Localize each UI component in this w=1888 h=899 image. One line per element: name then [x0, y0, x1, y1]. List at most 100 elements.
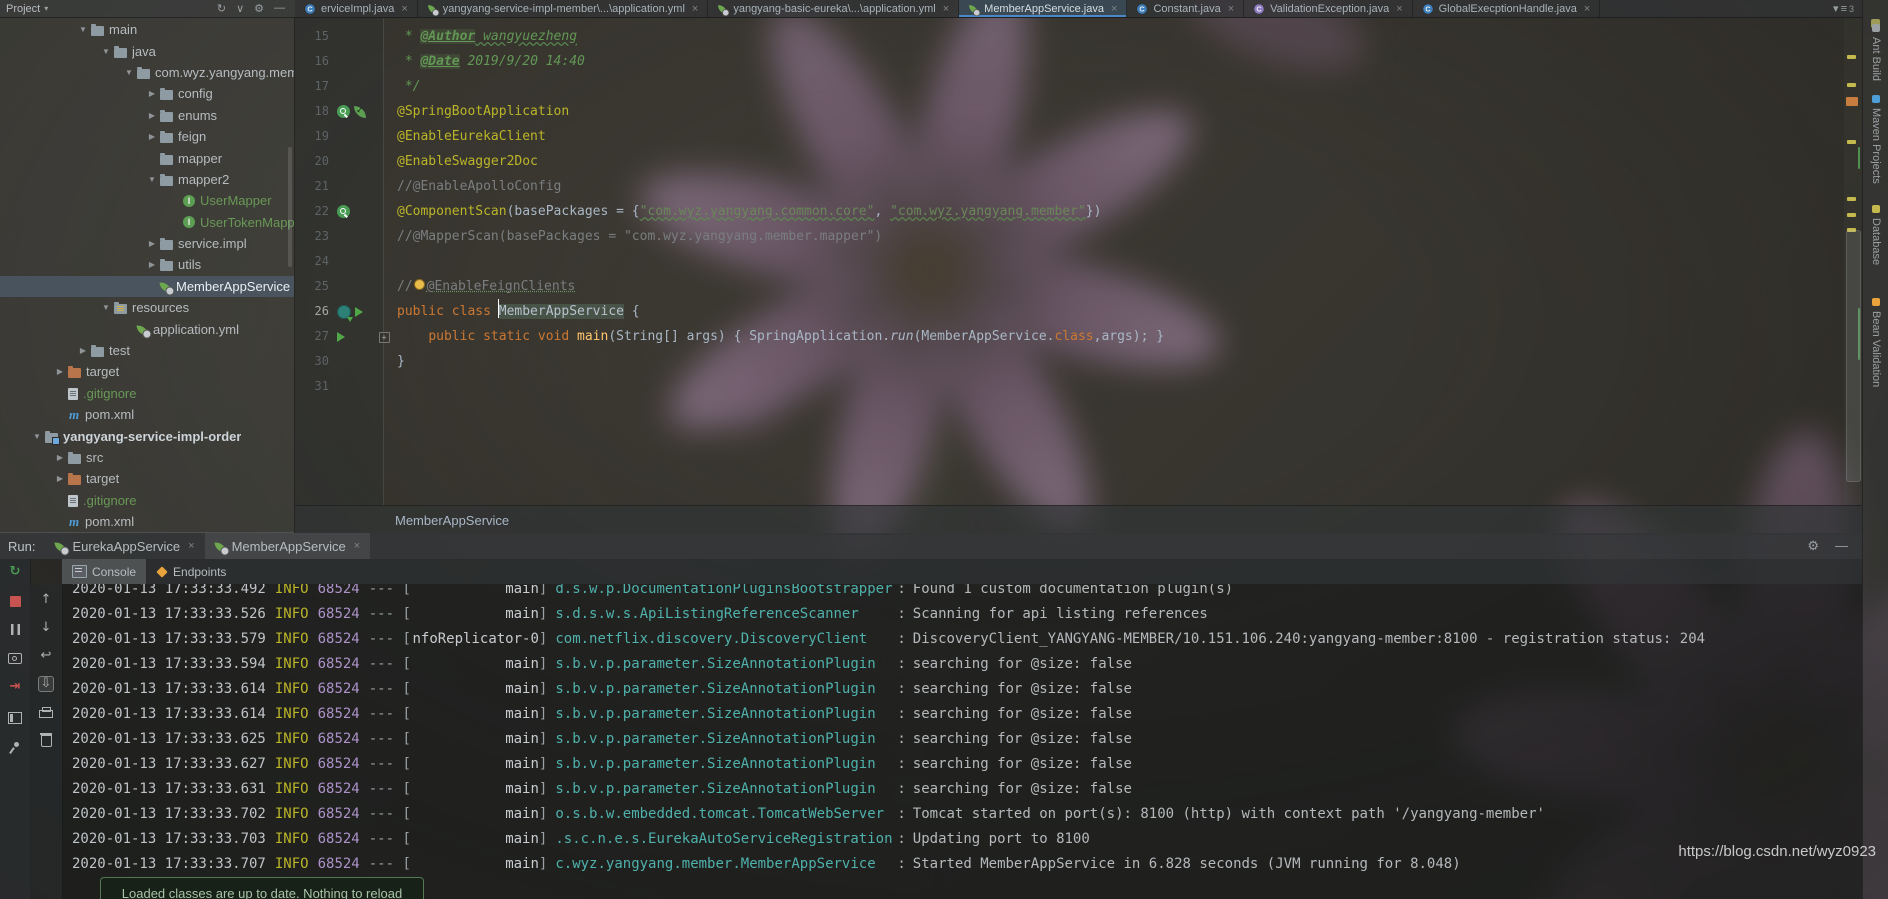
error-stripe-mark[interactable] [1847, 140, 1856, 144]
error-stripe-mark[interactable] [1846, 97, 1858, 106]
code-line[interactable]: 27+ public static void main(String[] arg… [295, 324, 1844, 349]
expand-arrow-icon[interactable]: ▼ [29, 432, 45, 441]
code-line[interactable]: 20@EnableSwagger2Doc [295, 149, 1844, 174]
editor-tab[interactable]: yangyang-basic-eureka\...\application.ym… [708, 0, 959, 17]
expand-arrow-icon[interactable]: ▶ [144, 260, 160, 269]
run-session-tab[interactable]: EurekaAppService× [45, 533, 204, 559]
tree-item[interactable]: mpom.xml [0, 511, 294, 532]
tree-item[interactable]: ▼mapper2 [0, 169, 294, 190]
view-tab-endpoints[interactable]: Endpoints [146, 559, 236, 584]
expand-arrow-icon[interactable]: ▶ [144, 132, 160, 141]
clear-icon[interactable] [41, 735, 52, 747]
tree-item[interactable]: IUserMapper [0, 190, 294, 211]
tool-window-button[interactable]: Database [1863, 205, 1888, 265]
expand-arrow-icon[interactable]: ▼ [121, 68, 137, 77]
expand-arrow-icon[interactable]: ▼ [144, 175, 160, 184]
run-session-tab[interactable]: MemberAppService× [205, 533, 371, 559]
scrollend-icon[interactable]: ⇩ [39, 677, 53, 691]
close-icon[interactable]: × [692, 3, 698, 15]
expand-arrow-icon[interactable]: ▼ [98, 47, 114, 56]
code-line[interactable]: 16 * @Date 2019/9/20 14:40 [295, 49, 1844, 74]
tree-item[interactable]: mapper [0, 147, 294, 168]
close-icon[interactable]: × [943, 3, 949, 15]
close-icon[interactable]: × [1228, 3, 1234, 15]
scan-icon[interactable] [337, 105, 350, 118]
down-icon[interactable]: ↓ [39, 621, 53, 635]
tree-item[interactable]: MemberAppService [0, 276, 294, 297]
tree-item[interactable]: ▶test [0, 340, 294, 361]
close-icon[interactable]: × [1396, 3, 1402, 15]
project-panel-title[interactable]: Project [6, 3, 40, 15]
tree-item[interactable]: ▼main [0, 19, 294, 40]
expand-arrow-icon[interactable]: ▶ [75, 346, 91, 355]
tree-item[interactable]: .gitignore [0, 383, 294, 404]
tree-item[interactable]: ▶config [0, 83, 294, 104]
code-line[interactable]: 18@SpringBootApplication [295, 99, 1844, 124]
expand-arrow-icon[interactable]: ▶ [52, 367, 68, 376]
camera-icon[interactable] [8, 653, 22, 664]
tool-window-button[interactable]: Ant Build [1863, 24, 1888, 81]
tree-item[interactable]: ▼com.wyz.yangyang.member [0, 62, 294, 83]
view-tab-console[interactable]: Console [62, 559, 146, 584]
error-stripe-mark[interactable] [1847, 55, 1856, 59]
editor-tab[interactable]: CGlobalExecptionHandle.java× [1413, 0, 1601, 17]
tree-item[interactable]: ▶service.impl [0, 233, 294, 254]
code-line[interactable]: 26public class MemberAppService { [295, 299, 1844, 324]
tree-item[interactable]: ▶src [0, 447, 294, 468]
minimize-icon[interactable]: — [1835, 538, 1848, 554]
code-line[interactable]: 23//@MapperScan(basePackages = "com.wyz.… [295, 224, 1844, 249]
editor-tab[interactable]: yangyang-service-impl-member\...\applica… [418, 0, 709, 17]
pin-icon[interactable] [8, 741, 22, 755]
expand-arrow-icon[interactable]: ▶ [144, 111, 160, 120]
leafcheck-icon[interactable] [354, 106, 366, 118]
close-icon[interactable]: × [188, 540, 194, 552]
gear-icon[interactable]: ⚙ [254, 2, 264, 15]
tree-item[interactable]: ▶feign [0, 126, 294, 147]
editor-scrollbar[interactable] [1846, 230, 1861, 482]
code-line[interactable]: 25//@EnableFeignClients [295, 274, 1844, 299]
tree-item[interactable]: ▶target [0, 468, 294, 489]
scan-icon[interactable] [337, 205, 350, 218]
tree-item[interactable]: ▼yangyang-service-impl-order [0, 425, 294, 446]
rerun-icon[interactable]: ↻ [8, 565, 22, 579]
expand-arrow-icon[interactable]: ▶ [52, 474, 68, 483]
error-stripe-mark[interactable] [1847, 213, 1856, 217]
bootrun-icon[interactable] [337, 305, 351, 319]
exit-icon[interactable]: ⇥ [8, 680, 22, 694]
editor-tab[interactable]: CValidationException.java× [1244, 0, 1412, 17]
print-icon[interactable] [39, 710, 53, 718]
up-icon[interactable]: ↑ [39, 593, 53, 607]
tree-item[interactable]: mpom.xml [0, 404, 294, 425]
editor-tab[interactable]: CConstant.java× [1127, 0, 1244, 17]
tree-item[interactable]: ▼java [0, 40, 294, 61]
code-line[interactable]: 19@EnableEurekaClient [295, 124, 1844, 149]
expand-arrow-icon[interactable]: ▶ [144, 239, 160, 248]
code-line[interactable]: 24 [295, 249, 1844, 274]
run-icon[interactable] [355, 307, 363, 317]
breadcrumb-item[interactable]: MemberAppService [395, 513, 509, 528]
expand-arrow-icon[interactable]: ▼ [98, 303, 114, 312]
code-line[interactable]: 15 * @Author wangyuezheng [295, 24, 1844, 49]
expand-arrow-icon[interactable]: ▶ [52, 453, 68, 462]
chevron-down-icon[interactable]: ▾ [44, 4, 48, 13]
close-icon[interactable]: × [1584, 3, 1590, 15]
gear-icon[interactable]: ⚙ [1807, 538, 1819, 554]
pause-icon[interactable] [11, 624, 20, 635]
expand-arrow-icon[interactable]: ▼ [75, 25, 91, 34]
tool-window-button[interactable]: Bean Validation [1863, 298, 1888, 387]
collapse-all-icon[interactable]: ∨ [236, 2, 244, 15]
tree-item[interactable]: application.yml [0, 318, 294, 339]
hidden-tabs-icon[interactable]: ▾≡3 [1825, 0, 1862, 17]
stop-icon[interactable] [10, 596, 21, 607]
code-line[interactable]: 31 [295, 374, 1844, 399]
close-icon[interactable]: × [401, 3, 407, 15]
tree-item[interactable]: ▶utils [0, 254, 294, 275]
tree-item[interactable]: ▼resources [0, 297, 294, 318]
close-icon[interactable]: × [354, 540, 360, 552]
expand-arrow-icon[interactable]: ▶ [144, 89, 160, 98]
fold-expand-icon[interactable]: + [379, 332, 390, 343]
tool-window-button[interactable]: Maven Projects [1863, 95, 1888, 184]
error-stripe-mark[interactable] [1847, 197, 1856, 201]
code-line[interactable]: 21//@EnableApolloConfig [295, 174, 1844, 199]
close-icon[interactable]: × [1111, 3, 1117, 15]
